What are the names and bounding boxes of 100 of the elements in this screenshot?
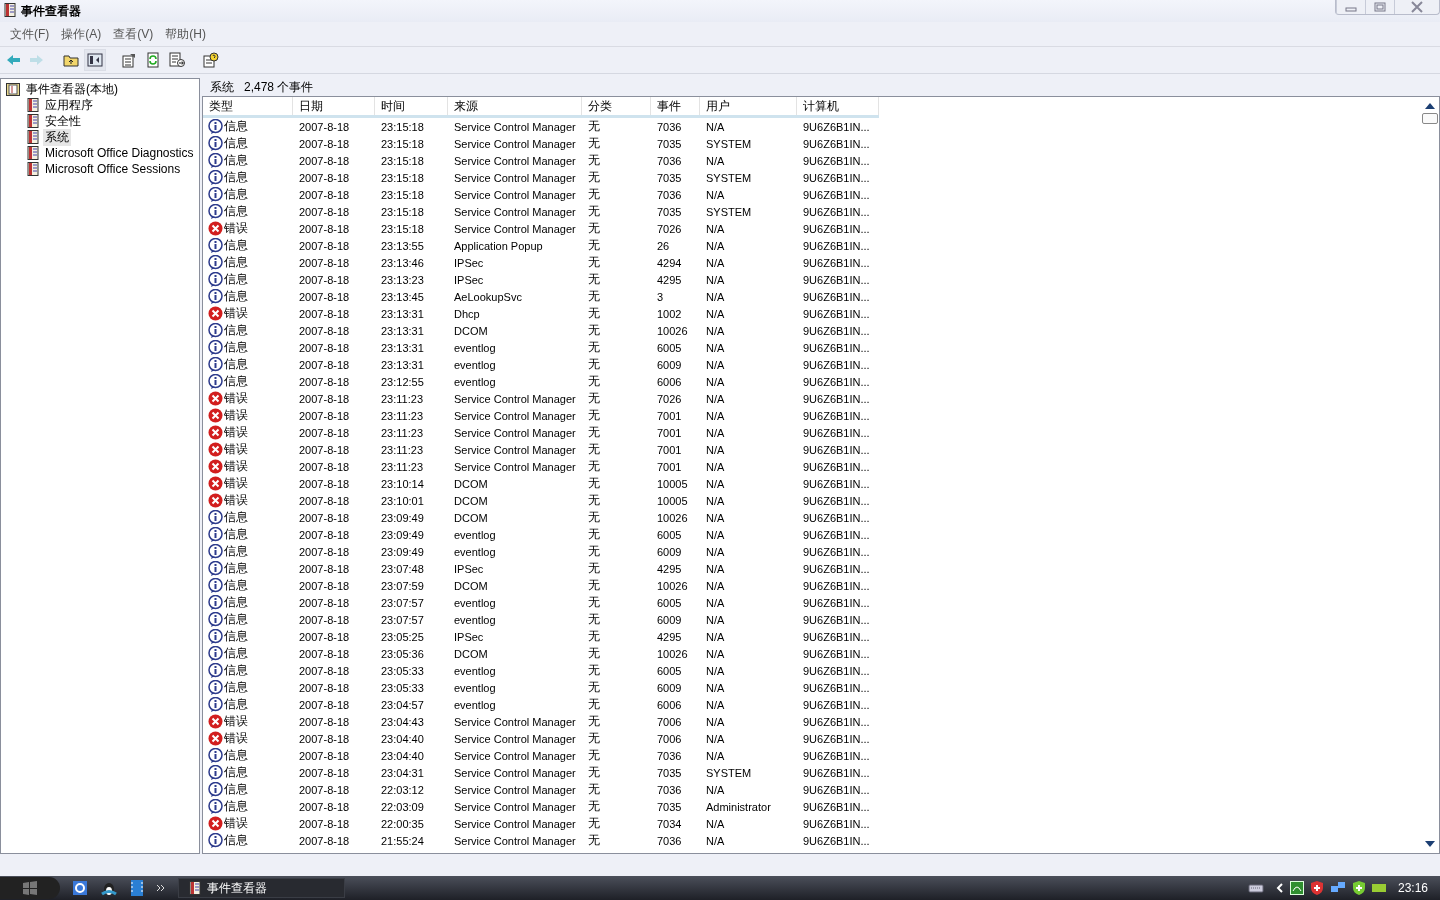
menu-item[interactable]: 文件(F) [4, 25, 56, 43]
table-cell: 无 [588, 611, 600, 628]
scroll-down-icon[interactable] [1425, 841, 1435, 847]
table-cell: 6009 [657, 681, 682, 694]
table-cell: 信息 [224, 254, 248, 271]
table-cell: 信息 [224, 322, 248, 339]
properties-icon [121, 52, 137, 68]
table-cell: 无 [588, 152, 600, 169]
tree-item[interactable]: 事件查看器(本地) [24, 80, 120, 98]
table-cell: N/A [706, 324, 725, 337]
network-icon[interactable] [1329, 881, 1346, 895]
tree-item[interactable]: 安全性 [43, 112, 83, 130]
table-cell: N/A [706, 120, 725, 133]
table-cell: 无 [588, 169, 600, 186]
table-cell: eventlog [454, 375, 496, 388]
keyboard-icon[interactable] [1247, 883, 1264, 893]
column-header[interactable]: 类型 [203, 97, 293, 115]
table-cell: N/A [706, 273, 725, 286]
table-cell: 9U6Z6B1IN... [803, 324, 870, 337]
table-cell: 23:15:18 [381, 137, 424, 150]
table-cell: 7026 [657, 392, 682, 405]
tree-item[interactable]: Microsoft Office Sessions [43, 162, 183, 176]
table-cell: N/A [706, 596, 725, 609]
table-cell: 23:07:48 [381, 562, 424, 575]
menu-item[interactable]: 操作(A) [55, 25, 108, 43]
table-cell: 无 [588, 798, 600, 815]
table-cell: 无 [588, 220, 600, 237]
table-cell: IPSec [454, 562, 484, 575]
shield-plus-icon[interactable] [1351, 881, 1366, 895]
scroll-thumb[interactable] [1422, 113, 1438, 124]
table-cell: 10026 [657, 324, 688, 337]
panel-toggle-button[interactable] [84, 49, 106, 71]
table-cell: Dhcp [454, 307, 480, 320]
column-header[interactable]: 日期 [293, 97, 375, 115]
penguin-icon[interactable] [100, 880, 118, 896]
tray-expand-icon[interactable] [1275, 883, 1284, 893]
tree-item[interactable]: 应用程序 [43, 96, 95, 114]
table-cell: 23:04:57 [381, 698, 424, 711]
table-cell: N/A [706, 341, 725, 354]
table-cell: 无 [588, 696, 600, 713]
table-cell: 信息 [224, 628, 248, 645]
table-cell: 10005 [657, 494, 688, 507]
table-cell: 7036 [657, 834, 682, 847]
table-cell: 9U6Z6B1IN... [803, 562, 870, 575]
table-cell: 7001 [657, 443, 682, 456]
start-button[interactable] [0, 877, 60, 899]
table-cell: N/A [706, 358, 725, 371]
table-cell: 信息 [224, 152, 248, 169]
column-header[interactable]: 分类 [582, 97, 651, 115]
column-header[interactable]: 计算机 [797, 97, 879, 115]
table-cell: 无 [588, 186, 600, 203]
table-cell: 7001 [657, 409, 682, 422]
column-header[interactable]: 来源 [448, 97, 582, 115]
shield-icon[interactable] [1309, 881, 1324, 895]
tree-item[interactable]: 系统 [43, 128, 71, 146]
film-icon[interactable] [130, 880, 144, 896]
table-cell: SYSTEM [706, 205, 752, 218]
table-cell: 9U6Z6B1IN... [803, 817, 870, 830]
table-cell: 无 [588, 645, 600, 662]
column-header[interactable]: 时间 [375, 97, 448, 115]
table-cell: 7006 [657, 732, 682, 745]
table-cell: N/A [706, 290, 725, 303]
table-cell: N/A [706, 256, 725, 269]
column-header[interactable]: 事件 [651, 97, 700, 115]
table-cell: 9U6Z6B1IN... [803, 239, 870, 252]
table-cell: 2007-8-18 [299, 596, 350, 609]
table-cell: 7001 [657, 460, 682, 473]
table-cell: 无 [588, 203, 600, 220]
table-cell: N/A [706, 222, 725, 235]
table-cell: 无 [588, 288, 600, 305]
refresh-icon [145, 52, 161, 68]
table-cell: 23:09:49 [381, 511, 424, 524]
table-cell: 23:04:40 [381, 749, 424, 762]
table-cell: 2007-8-18 [299, 630, 350, 643]
taskbar-button[interactable]: 事件查看器 [178, 878, 345, 898]
table-cell: Service Control Manager [454, 392, 576, 405]
forward-arrow-icon [29, 52, 45, 68]
table-cell: Service Control Manager [454, 749, 576, 762]
table-cell: 信息 [224, 645, 248, 662]
tray-app-icon[interactable] [1289, 881, 1304, 895]
menu-item[interactable]: 查看(V) [107, 25, 160, 43]
menu-item[interactable]: 帮助(H) [159, 25, 212, 43]
table-cell: 9U6Z6B1IN... [803, 545, 870, 558]
browser-icon[interactable] [72, 880, 88, 896]
chevron-icon[interactable] [156, 884, 166, 892]
table-cell: 信息 [224, 509, 248, 526]
table-cell: 23:05:33 [381, 664, 424, 677]
table-cell: 错误 [224, 220, 248, 237]
column-header[interactable]: 用户 [700, 97, 797, 115]
tree-item[interactable]: Microsoft Office Diagnostics [43, 146, 196, 160]
table-cell: AeLookupSvc [454, 290, 522, 303]
table-cell: N/A [706, 664, 725, 677]
table-cell: 23:11:23 [381, 460, 423, 473]
help-button[interactable] [200, 49, 222, 71]
table-cell: 7036 [657, 749, 682, 762]
table-cell: 无 [588, 373, 600, 390]
table-cell: N/A [706, 834, 725, 847]
table-cell: N/A [706, 783, 725, 796]
table-cell: 22:03:12 [381, 783, 424, 796]
scroll-up-icon[interactable] [1425, 103, 1435, 109]
